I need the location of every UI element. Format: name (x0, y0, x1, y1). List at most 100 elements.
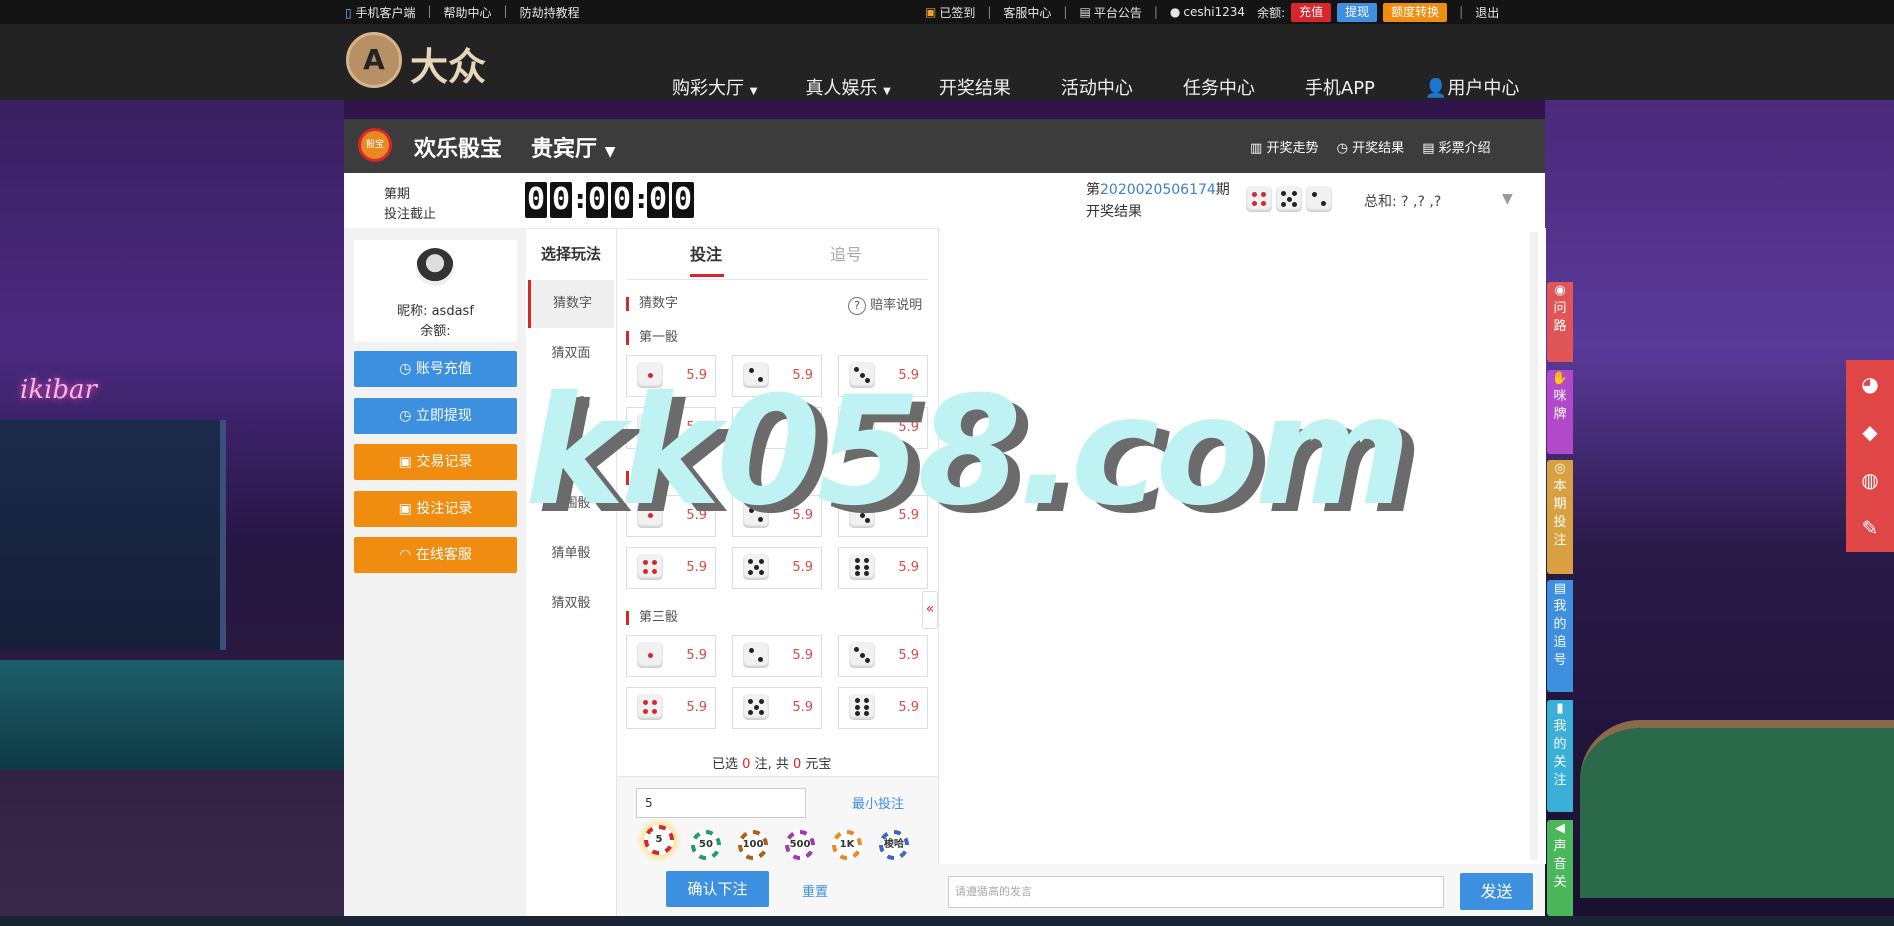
collapse-toggle[interactable]: « (922, 591, 938, 629)
side-tab-sound[interactable]: ◀ 声音关 (1547, 820, 1573, 916)
nav-mobile-app[interactable]: 手机APP (1305, 74, 1375, 100)
logo-emblem-icon: A (346, 32, 402, 88)
section-title: 猜数字 (626, 297, 678, 311)
tab-chase[interactable]: 追号 (830, 241, 862, 265)
group-title-3: 第三骰 (626, 611, 678, 625)
username[interactable]: ceshi1234 (1183, 5, 1245, 19)
anti-hijack-link[interactable]: 防劫持教程 (520, 4, 580, 21)
qq-icon[interactable]: ◆ (1846, 408, 1894, 456)
transfer-button[interactable]: 额度转换 (1383, 2, 1448, 22)
mobile-client-link[interactable]: ▯ 手机客户端 (345, 4, 415, 21)
chip-all-in[interactable]: 梭哈 (879, 830, 909, 860)
odds-value: 5.9 (686, 700, 707, 715)
bar-shelves (0, 420, 226, 650)
support-icon[interactable]: ◍ (1846, 456, 1894, 504)
bet-option[interactable]: 5.9 (626, 635, 716, 677)
recharge-button[interactable]: 充值 (1291, 2, 1332, 22)
side-tab-my-follow[interactable]: ▮ 我的关注 (1547, 700, 1573, 812)
dice-4-icon (1246, 186, 1272, 212)
nav-tasks[interactable]: 任务中心 (1183, 74, 1255, 100)
bet-option[interactable]: 5.9 (838, 547, 928, 589)
bet-summary: 已选 0 注, 共 0 元宝 (712, 757, 832, 772)
nav-live-casino[interactable]: 真人娱乐 ▼ (805, 74, 890, 100)
expand-caret-icon[interactable]: ▼ (1502, 191, 1513, 207)
side-tab-squeeze[interactable]: ✋ 咪牌 (1547, 370, 1573, 454)
nav-draw-results[interactable]: 开奖结果 (939, 74, 1011, 100)
play-header: 选择玩法 (540, 245, 601, 263)
tab-bet[interactable]: 投注 (690, 241, 722, 265)
clock-icon: ◷ (399, 361, 412, 377)
send-button[interactable]: 发送 (1460, 873, 1533, 910)
bar-neon-sign: ikibar (20, 375, 97, 405)
chip-500[interactable]: 500 (785, 830, 815, 860)
bet-option[interactable]: 5.9 (626, 547, 716, 589)
nav-lottery-hall[interactable]: 购彩大厅 ▼ (672, 74, 757, 100)
play-guess-two[interactable]: 猜双骰 (528, 580, 614, 628)
top-bar: ▯ 手机客户端 | 帮助中心 | 防劫持教程 ▣ 已签到 | 客服中心 | ▤ … (0, 0, 1894, 24)
nav-user-center[interactable]: 👤用户中心 (1425, 74, 1519, 100)
help-center-link[interactable]: 帮助中心 (444, 4, 492, 21)
online-service-button[interactable]: ◠ 在线客服 (354, 537, 517, 573)
timer-digit: 0 (647, 182, 669, 218)
reset-button[interactable]: 重置 (802, 881, 828, 900)
chip-1k[interactable]: 1K (832, 830, 862, 860)
side-tab-road[interactable]: ◉ 问路 (1547, 282, 1573, 362)
announcement-icon: ▤ (1079, 5, 1091, 19)
announcement-link[interactable]: 平台公告 (1094, 4, 1142, 21)
user-balance: 余额: (420, 324, 451, 339)
transaction-record-button[interactable]: ▣ 交易记录 (354, 444, 517, 480)
dice-2-icon (1306, 186, 1333, 212)
room-selector[interactable]: 贵宾厅 ▼ (531, 131, 615, 163)
timer-bar: 第期 投注截止 0 0:0 0:0 0 第2020020506174期 开奖结果 总和… (344, 173, 1545, 229)
withdraw-button[interactable]: 提现 (1337, 2, 1378, 22)
bet-record-button[interactable]: ▣ 投注记录 (354, 491, 517, 527)
bet-option[interactable]: 5.9 (838, 687, 928, 729)
logout-link[interactable]: 退出 (1475, 4, 1499, 21)
timer-digit: 0 (525, 182, 547, 218)
account-recharge-button[interactable]: ◷ 账号充值 (354, 351, 517, 387)
dice-3-icon (849, 642, 875, 668)
play-guess-number[interactable]: 猜数字 (528, 280, 614, 328)
nav-activities[interactable]: 活动中心 (1061, 74, 1133, 100)
record-icon: ▣ (398, 501, 412, 517)
edit-icon[interactable]: ✎ (1846, 504, 1894, 552)
bet-option[interactable]: 5.9 (732, 635, 822, 677)
nickname: 昵称: asdasf (397, 304, 474, 319)
brand-logo[interactable]: A 大众 (346, 30, 506, 94)
service-center-link[interactable]: 客服中心 (1003, 4, 1051, 21)
bet-option[interactable]: 5.9 (626, 687, 716, 729)
confirm-bet-button[interactable]: 确认下注 (666, 871, 769, 907)
withdraw-now-button[interactable]: ◷ 立即提现 (354, 398, 517, 434)
dice-2-icon (743, 642, 769, 668)
bet-option[interactable]: 5.9 (732, 687, 822, 729)
os-taskbar (0, 916, 1894, 926)
period-label: 第期 (384, 187, 411, 202)
bet-option[interactable]: 5.9 (732, 547, 822, 589)
trend-link[interactable]: ▥ 开奖走势 (1250, 141, 1318, 156)
intro-link[interactable]: ▤ 彩票介绍 (1422, 141, 1490, 156)
side-tab-current-bets[interactable]: ◎ 本期投注 (1547, 460, 1573, 574)
user-icon: 👤 (1424, 78, 1448, 99)
hand-icon: ✋ (1551, 371, 1569, 386)
chat-scrollbar[interactable] (1530, 232, 1538, 860)
speaker-icon: ◀ (1555, 821, 1565, 836)
tab-underline (626, 279, 928, 280)
chat-input[interactable]: 请遵循高的发言 (948, 876, 1444, 908)
game-title: 欢乐骰宝 (414, 137, 503, 162)
coin-icon: ◎ (1554, 461, 1566, 476)
results-link[interactable]: ◷ 开奖结果 (1337, 141, 1405, 156)
chip-50[interactable]: 50 (691, 830, 721, 860)
wechat-icon[interactable]: ◕ (1846, 360, 1894, 408)
avatar[interactable] (416, 248, 454, 286)
amount-input[interactable]: 5 (636, 788, 806, 818)
chip-5[interactable]: 5 (644, 825, 674, 855)
chat-icon: ◉ (1554, 283, 1566, 298)
signed-link[interactable]: 已签到 (939, 4, 975, 21)
bet-option[interactable]: 5.9 (838, 635, 928, 677)
odds-help-link[interactable]: ? 赔率说明 (848, 294, 922, 315)
dice-6-icon (849, 694, 875, 720)
min-bet-link[interactable]: 最小投注 (852, 793, 904, 812)
odds-value: 5.9 (898, 560, 919, 575)
chip-100[interactable]: 100 (738, 830, 768, 860)
side-tab-my-chase[interactable]: ▤ 我的追号 (1547, 580, 1573, 692)
